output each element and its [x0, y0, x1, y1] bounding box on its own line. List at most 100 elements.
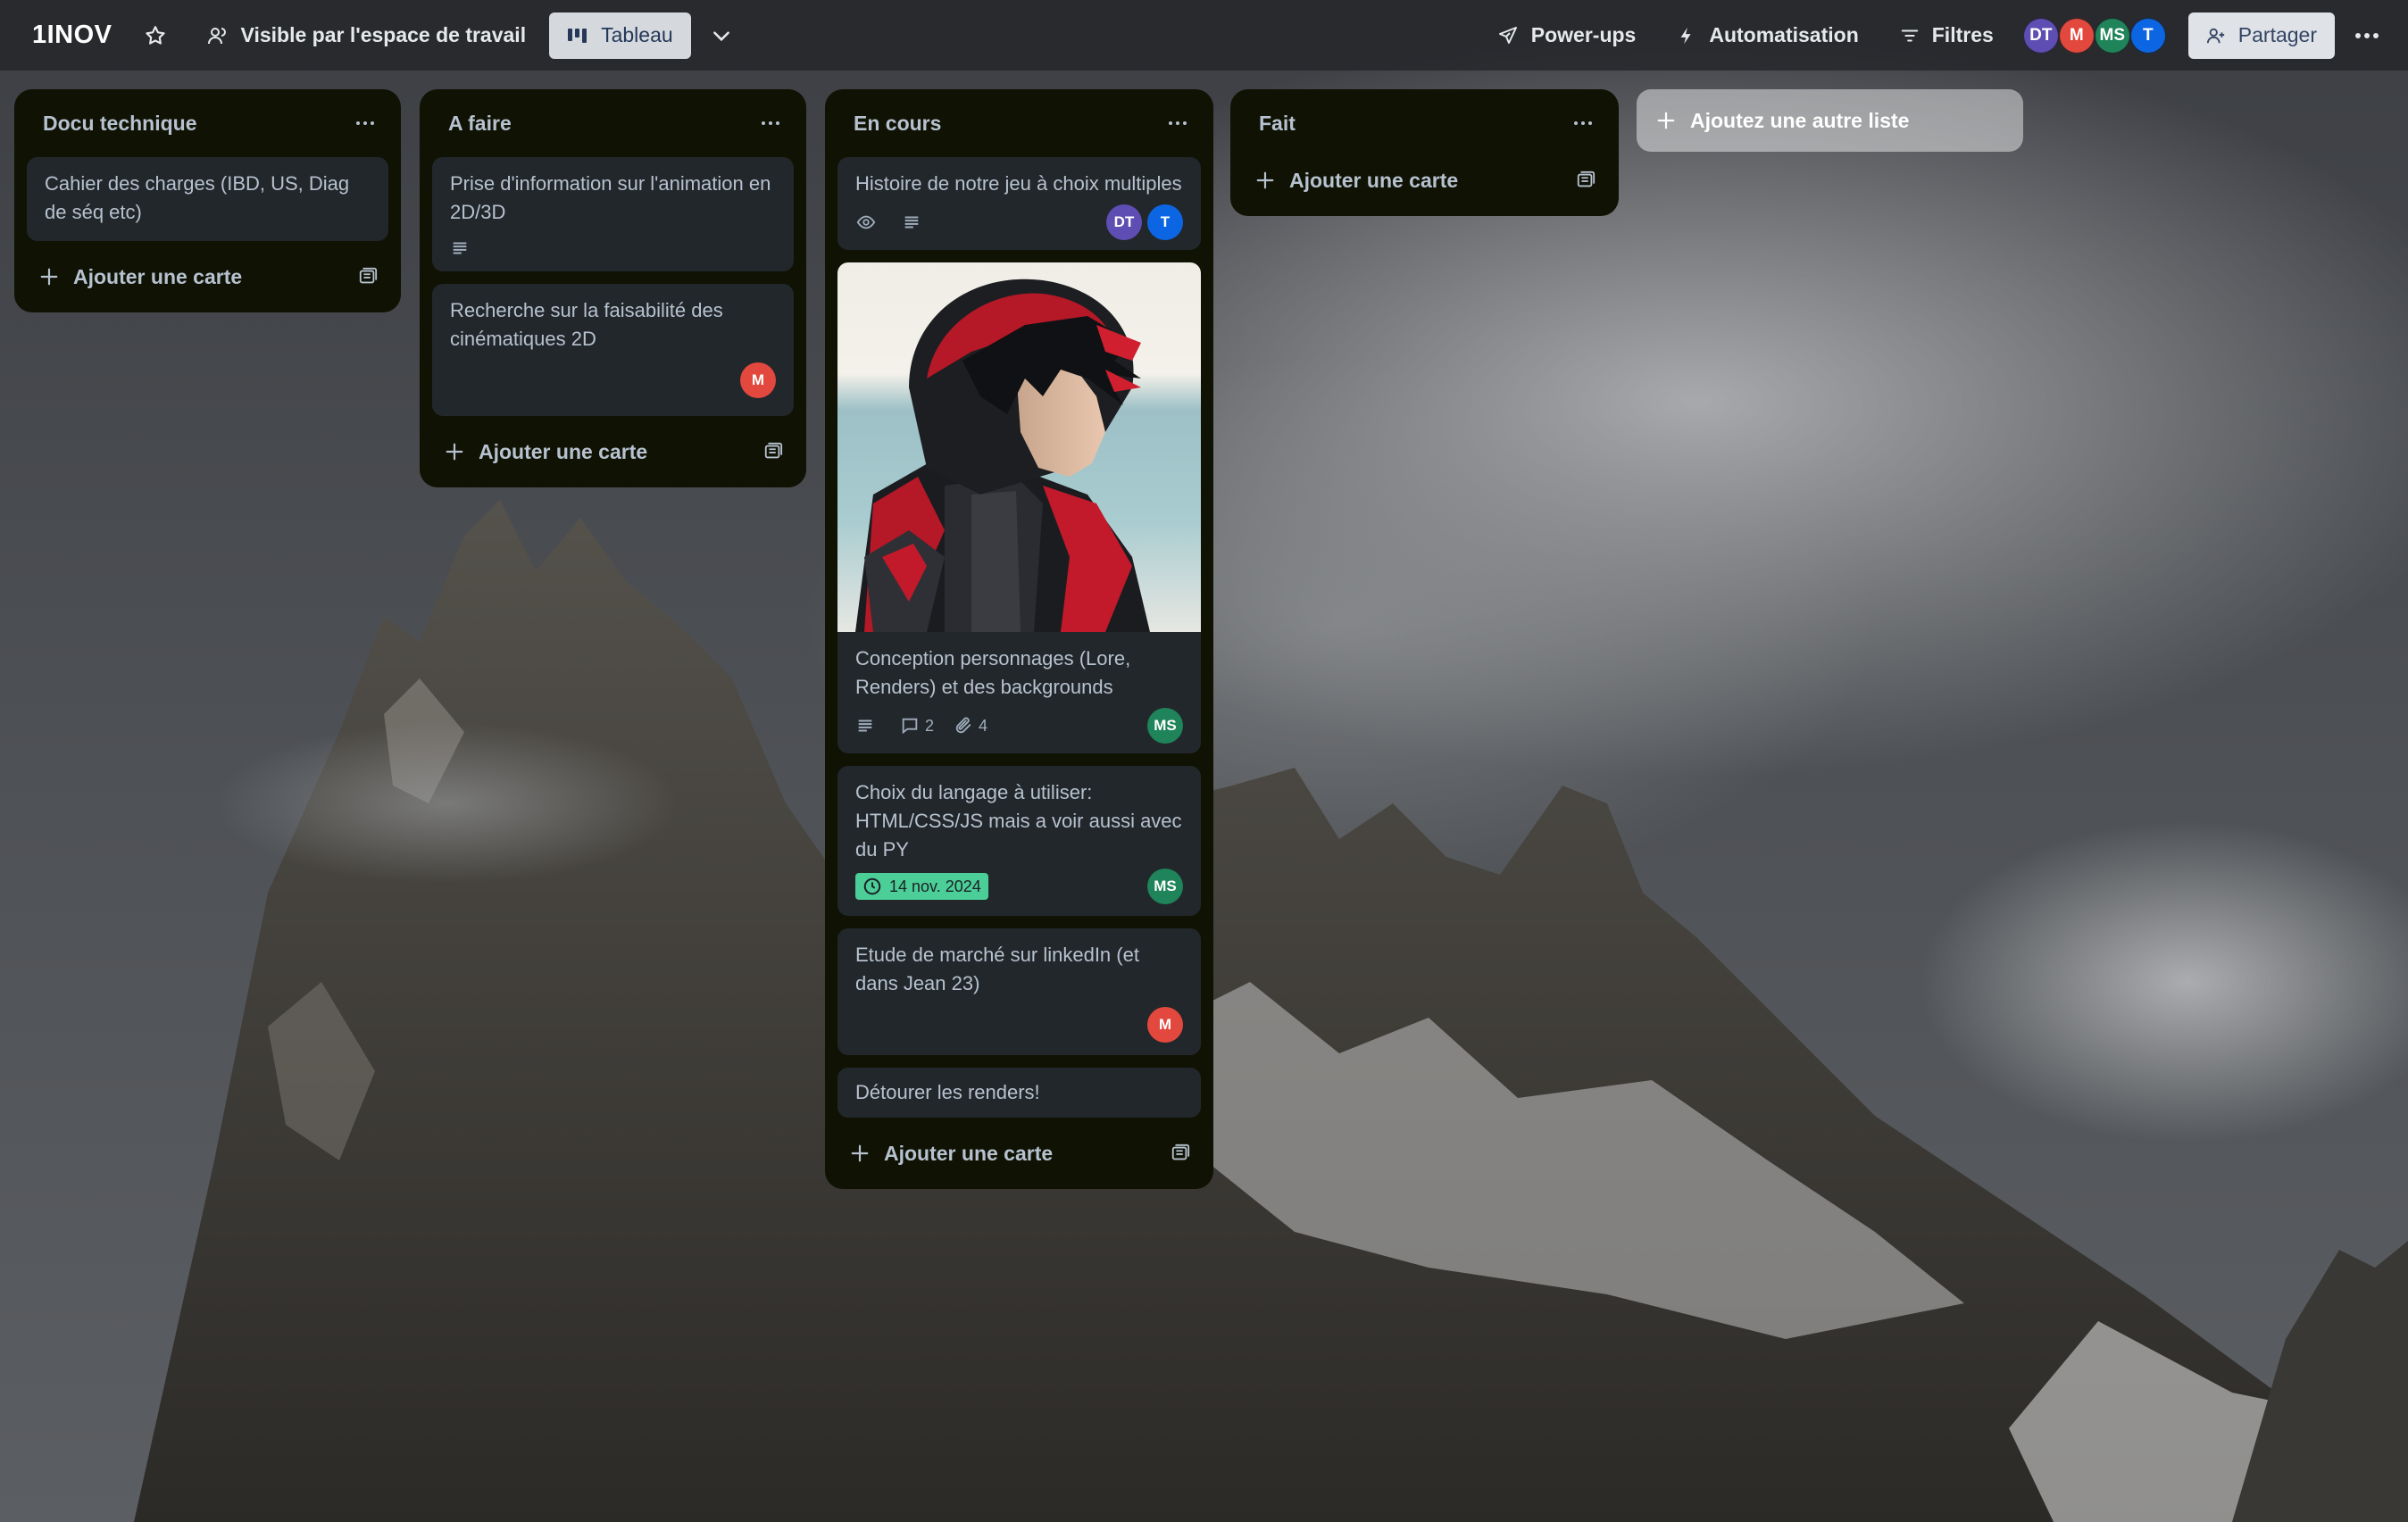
- add-card-button[interactable]: Ajouter une carte: [432, 428, 794, 475]
- avatar[interactable]: M: [2057, 16, 2096, 54]
- card-cover-image: [837, 262, 1201, 632]
- list-title[interactable]: Fait: [1259, 112, 1296, 136]
- card-title: Détourer les renders!: [855, 1081, 1040, 1103]
- add-card-button[interactable]: Ajouter une carte: [27, 254, 388, 300]
- avatar[interactable]: DT: [2021, 16, 2060, 54]
- automation-button[interactable]: Automatisation: [1662, 12, 1872, 59]
- list-title[interactable]: En cours: [854, 112, 941, 136]
- share-button[interactable]: Partager: [2187, 12, 2335, 59]
- clock-icon: [863, 877, 881, 895]
- add-person-icon: [2206, 28, 2224, 43]
- card-title: Choix du langage à utiliser: HTML/CSS/JS…: [855, 781, 1182, 861]
- description-icon: [855, 716, 880, 736]
- list-header: En cours: [837, 89, 1201, 157]
- list-header: A faire: [432, 89, 794, 157]
- view-label: Tableau: [601, 23, 673, 46]
- attachment-badge: 4: [954, 716, 987, 736]
- description-icon: [902, 212, 927, 232]
- visibility-label: Visible par l'espace de travail: [240, 23, 527, 46]
- add-card-label: Ajouter une carte: [73, 264, 243, 288]
- plus-icon: [40, 268, 58, 286]
- template-icon[interactable]: [358, 267, 378, 287]
- avatar[interactable]: T: [1147, 204, 1183, 240]
- card-title: Recherche sur la faisabilité des cinémat…: [450, 299, 723, 350]
- star-board-button[interactable]: [136, 16, 175, 55]
- people-icon: [207, 27, 226, 44]
- card-title: Prise d'information sur l'animation en 2…: [450, 172, 771, 223]
- share-label: Partager: [2237, 23, 2317, 46]
- plus-icon: [446, 443, 463, 461]
- visibility-button[interactable]: Visible par l'espace de travail: [193, 12, 541, 59]
- lightning-icon: [1680, 27, 1691, 44]
- list-menu-icon[interactable]: [762, 121, 779, 125]
- avatar[interactable]: T: [2129, 16, 2167, 54]
- card-title: Cahier des charges (IBD, US, Diag de séq…: [45, 172, 350, 223]
- comment-icon: [902, 718, 918, 735]
- card[interactable]: Cahier des charges (IBD, US, Diag de séq…: [27, 157, 388, 241]
- board-header: 1INOV Visible par l'espace de travail Ta…: [0, 0, 2408, 71]
- board-menu-button[interactable]: [2347, 12, 2387, 59]
- board-name[interactable]: 1INOV: [32, 21, 112, 50]
- list-docu-technique: Docu technique Cahier des charges (IBD, …: [14, 89, 401, 312]
- chevron-down-icon: [712, 30, 729, 41]
- automation-label: Automatisation: [1709, 23, 1859, 46]
- list-title[interactable]: Docu technique: [43, 112, 197, 136]
- comment-count: 2: [925, 716, 935, 735]
- card[interactable]: Prise d'information sur l'animation en 2…: [432, 157, 794, 271]
- filters-button[interactable]: Filtres: [1886, 12, 2008, 59]
- card-title: Histoire de notre jeu à choix multiples: [855, 172, 1182, 195]
- template-icon[interactable]: [1576, 170, 1596, 190]
- card[interactable]: Etude de marché sur linkedIn (et dans Je…: [837, 928, 1201, 1055]
- add-list-button[interactable]: Ajoutez une autre liste: [1637, 89, 2023, 152]
- due-date-label: 14 nov. 2024: [889, 877, 981, 895]
- view-switcher-board[interactable]: Tableau: [549, 12, 691, 59]
- avatar[interactable]: DT: [1106, 204, 1142, 240]
- card[interactable]: Détourer les renders!: [837, 1068, 1201, 1118]
- card[interactable]: Recherche sur la faisabilité des cinémat…: [432, 284, 794, 416]
- avatar[interactable]: MS: [2093, 16, 2131, 54]
- card-title: Etude de marché sur linkedIn (et dans Je…: [855, 944, 1139, 994]
- list-fait: Fait Ajouter une carte: [1230, 89, 1619, 216]
- card[interactable]: Conception personnages (Lore, Renders) e…: [837, 262, 1201, 753]
- add-card-label: Ajouter une carte: [1289, 168, 1459, 192]
- board-view-icon: [568, 28, 587, 43]
- avatar[interactable]: M: [740, 362, 776, 398]
- attachment-count: 4: [979, 716, 988, 735]
- paperclip-icon: [955, 717, 971, 734]
- list-a-faire: A faire Prise d'information sur l'animat…: [420, 89, 806, 487]
- powerups-button[interactable]: Power-ups: [1483, 12, 1651, 59]
- list-title[interactable]: A faire: [448, 112, 512, 136]
- list-header: Docu technique: [27, 89, 388, 157]
- star-icon: [145, 25, 165, 45]
- list-menu-icon[interactable]: [356, 121, 374, 125]
- add-card-button[interactable]: Ajouter une carte: [837, 1130, 1201, 1177]
- due-date-badge[interactable]: 14 nov. 2024: [855, 873, 988, 900]
- plus-icon: [851, 1144, 869, 1162]
- card[interactable]: Choix du langage à utiliser: HTML/CSS/JS…: [837, 766, 1201, 916]
- list-en-cours: En cours Histoire de notre jeu à choix m…: [825, 89, 1213, 1189]
- add-card-label: Ajouter une carte: [479, 439, 648, 463]
- add-list-label: Ajoutez une autre liste: [1690, 108, 1910, 132]
- rocket-icon: [1498, 26, 1517, 44]
- plus-icon: [1256, 171, 1274, 189]
- avatar[interactable]: MS: [1147, 869, 1183, 904]
- card-title: Conception personnages (Lore, Renders) e…: [855, 647, 1131, 698]
- list-menu-icon[interactable]: [1574, 121, 1592, 125]
- list-menu-icon[interactable]: [1169, 121, 1187, 125]
- template-icon[interactable]: [1171, 1144, 1190, 1163]
- card[interactable]: Histoire de notre jeu à choix multiples …: [837, 157, 1201, 250]
- powerups-label: Power-ups: [1530, 23, 1637, 46]
- view-dropdown-button[interactable]: [702, 16, 741, 55]
- comment-badge: 2: [900, 716, 934, 736]
- filter-icon: [1901, 29, 1919, 42]
- list-header: Fait: [1243, 89, 1606, 157]
- board-members: DT M MS T: [2021, 16, 2167, 54]
- avatar[interactable]: M: [1147, 1007, 1183, 1043]
- add-card-label: Ajouter une carte: [884, 1141, 1054, 1165]
- add-card-button[interactable]: Ajouter une carte: [1243, 157, 1606, 204]
- template-icon[interactable]: [763, 442, 783, 462]
- filters-label: Filtres: [1931, 23, 1994, 46]
- watch-icon: [855, 212, 882, 232]
- avatar[interactable]: MS: [1147, 708, 1183, 744]
- plus-icon: [1657, 112, 1675, 129]
